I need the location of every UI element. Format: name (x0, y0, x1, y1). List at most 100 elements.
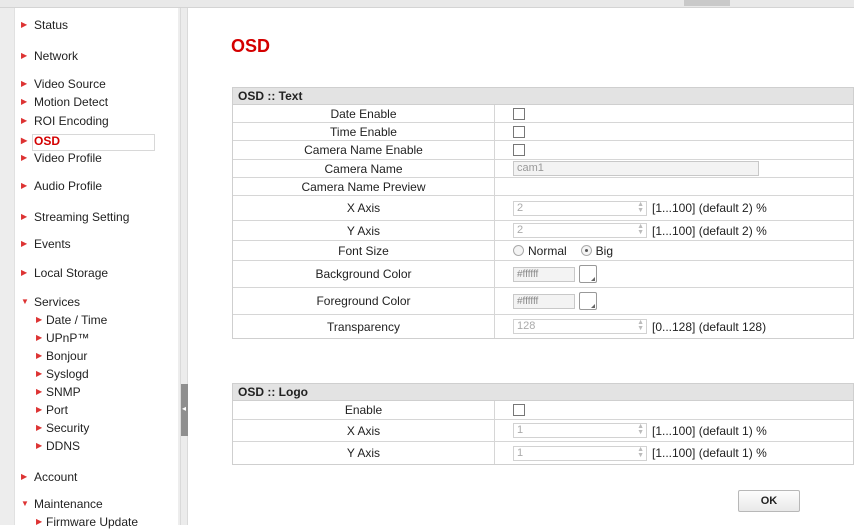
sidebar-subitem-label: DDNS (46, 439, 81, 453)
transparency-input[interactable]: 128 ▲ ▼ (513, 319, 647, 334)
chevron-right-icon: ▶ (21, 79, 28, 88)
sidebar-subitem-port[interactable]: ▶ Port (36, 403, 69, 417)
ok-button[interactable]: OK (738, 490, 800, 512)
background-color-picker-button[interactable] (579, 265, 597, 283)
sidebar-splitter[interactable]: ◂ (180, 8, 188, 525)
logo-y-axis-value: 1 (517, 446, 524, 459)
chevron-right-icon: ▶ (36, 351, 43, 360)
chevron-right-icon: ▶ (36, 405, 43, 414)
date-enable-row: Date Enable (233, 105, 853, 123)
logo-y-axis-input[interactable]: 1 ▲ ▼ (513, 445, 647, 461)
camera-name-field[interactable]: cam1 (513, 161, 759, 176)
osd-logo-header: OSD :: Logo (233, 384, 853, 401)
font-big-radio[interactable] (580, 245, 592, 256)
background-color-label: Background Color (233, 261, 495, 287)
sidebar-subitem-label: UPnP™ (46, 331, 90, 345)
sidebar-item-label: Status (34, 18, 69, 32)
sidebar-item-label: ROI Encoding (34, 114, 109, 128)
foreground-color-input[interactable]: #ffffff (513, 293, 575, 309)
chevron-right-icon: ▶ (21, 136, 28, 145)
text-x-axis-hint: [1...100] (default 2) % (652, 201, 767, 215)
spinner-icon[interactable]: ▲ ▼ (637, 446, 644, 459)
time-enable-label: Time Enable (233, 123, 495, 140)
camera-name-enable-checkbox[interactable] (513, 144, 525, 156)
logo-x-axis-value: 1 (517, 424, 524, 436)
sidebar-item-services[interactable]: ▼ Services (21, 295, 80, 309)
chevron-right-icon: ▶ (36, 387, 43, 396)
chevron-right-icon: ▶ (21, 239, 28, 248)
sidebar-subitem-date-time[interactable]: ▶ Date / Time (36, 313, 108, 327)
sidebar-item-account[interactable]: ▶ Account (21, 470, 77, 484)
camera-name-preview-row: Camera Name Preview (233, 178, 853, 196)
font-size-label: Font Size (233, 241, 495, 260)
text-y-axis-input[interactable]: 2 ▲ ▼ (513, 223, 647, 238)
sidebar-subitem-syslogd[interactable]: ▶ Syslogd (36, 367, 89, 381)
foreground-color-picker-button[interactable] (579, 292, 597, 310)
sidebar-item-label: Audio Profile (34, 179, 103, 193)
sidebar-item-label: Maintenance (34, 497, 103, 511)
sidebar-subitem-snmp[interactable]: ▶ SNMP (36, 385, 81, 399)
sidebar-subitem-label: Date / Time (46, 313, 108, 327)
sidebar-subitem-label: Firmware Update (46, 515, 139, 529)
sidebar-item-network[interactable]: ▶ Network (21, 49, 78, 63)
logo-x-axis-input[interactable]: 1 ▲ ▼ (513, 423, 647, 438)
sidebar-item-streaming-setting[interactable]: ▶ Streaming Setting (21, 210, 129, 224)
sidebar-item-osd[interactable]: ▶ OSD (21, 134, 61, 148)
sidebar-item-local-storage[interactable]: ▶ Local Storage (21, 266, 108, 280)
spinner-icon[interactable]: ▲ ▼ (637, 201, 644, 214)
collapse-sidebar-handle[interactable]: ◂ (181, 384, 188, 436)
sidebar-item-label: Events (34, 237, 71, 251)
sidebar-subitem-label: Bonjour (46, 349, 88, 363)
sidebar-item-status[interactable]: ▶ Status (21, 18, 69, 32)
chevron-right-icon: ▶ (21, 181, 28, 190)
logo-x-axis-hint: [1...100] (default 1) % (652, 423, 767, 438)
sidebar-subitem-label: Port (46, 403, 69, 417)
logo-y-axis-hint: [1...100] (default 1) % (652, 446, 767, 460)
text-y-axis-hint: [1...100] (default 2) % (652, 223, 767, 238)
sidebar-item-label: Motion Detect (34, 95, 109, 109)
chevron-down-icon: ▼ (21, 297, 29, 306)
text-x-axis-label: X Axis (233, 196, 495, 220)
camera-name-enable-row: Camera Name Enable (233, 141, 853, 160)
sidebar-item-motion-detect[interactable]: ▶ Motion Detect (21, 95, 109, 109)
font-size-row: Font Size Normal Big (233, 241, 853, 261)
text-x-axis-input[interactable]: 2 ▲ ▼ (513, 200, 647, 216)
date-enable-checkbox[interactable] (513, 107, 525, 120)
sidebar-subitem-upnp[interactable]: ▶ UPnP™ (36, 331, 90, 345)
chevron-right-icon: ▶ (36, 517, 43, 526)
camera-name-label: Camera Name (233, 160, 495, 177)
sidebar-item-roi-encoding[interactable]: ▶ ROI Encoding (21, 114, 109, 128)
background-color-input[interactable]: #ffffff (513, 266, 575, 282)
sidebar-subitem-ddns[interactable]: ▶ DDNS (36, 439, 81, 453)
page-title: OSD (231, 36, 271, 56)
sidebar-item-audio-profile[interactable]: ▶ Audio Profile (21, 179, 103, 193)
sidebar-item-label: Video Source (34, 77, 106, 91)
camera-name-enable-label: Camera Name Enable (233, 141, 495, 159)
sidebar-subitem-label: Syslogd (46, 367, 89, 381)
sidebar-item-maintenance[interactable]: ▼ Maintenance (21, 497, 103, 511)
foreground-color-row: Foreground Color #ffffff (233, 288, 853, 315)
sidebar-subitem-security[interactable]: ▶ Security (36, 421, 89, 435)
chevron-right-icon: ▶ (21, 212, 28, 221)
camera-name-row: Camera Name cam1 (233, 160, 853, 178)
spinner-icon[interactable]: ▲ ▼ (637, 223, 644, 236)
sidebar-item-events[interactable]: ▶ Events (21, 237, 71, 251)
sidebar-item-video-profile[interactable]: ▶ Video Profile (21, 151, 102, 165)
chevron-right-icon: ▶ (21, 268, 28, 277)
background-color-row: Background Color #ffffff (233, 261, 853, 288)
logo-enable-checkbox[interactable] (513, 404, 525, 416)
chevron-down-icon: ▼ (21, 499, 29, 508)
sidebar-item-label: OSD (34, 134, 61, 148)
sidebar-item-video-source[interactable]: ▶ Video Source (21, 77, 106, 91)
time-enable-checkbox[interactable] (513, 125, 525, 138)
spinner-icon[interactable]: ▲ ▼ (637, 423, 644, 436)
sidebar-subitem-firmware-update[interactable]: ▶ Firmware Update (36, 515, 139, 529)
transparency-label: Transparency (233, 315, 495, 338)
time-enable-row: Time Enable (233, 123, 853, 141)
transparency-value: 128 (517, 320, 536, 332)
logo-y-axis-row: Y Axis 1 ▲ ▼ [1...100] (default 1) % (233, 442, 853, 464)
spinner-icon[interactable]: ▲ ▼ (637, 319, 644, 332)
date-enable-label: Date Enable (233, 105, 495, 122)
font-normal-radio[interactable] (513, 245, 524, 256)
sidebar-subitem-bonjour[interactable]: ▶ Bonjour (36, 349, 88, 363)
